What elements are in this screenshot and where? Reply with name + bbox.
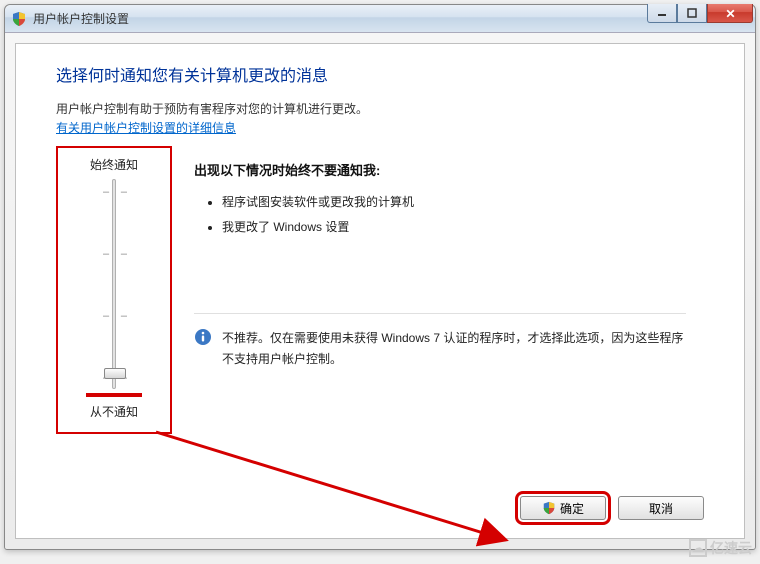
uac-settings-window: 用户帐户控制设置 选择何时通知您有关计算机更改的消息 用户帐户控制有助于预防有害…: [4, 4, 756, 550]
ok-button[interactable]: 确定: [520, 496, 606, 520]
level-description: 出现以下情况时始终不要通知我: 程序试图安装软件或更改我的计算机 我更改了 Wi…: [188, 146, 704, 434]
annotation-arrow: [146, 422, 536, 562]
learn-more-link[interactable]: 有关用户帐户控制设置的详细信息: [56, 121, 236, 135]
slider-container: 始终通知 –– –– –– –– 从不通知: [56, 146, 172, 434]
maximize-button[interactable]: [677, 4, 707, 23]
slider-thumb[interactable]: [104, 368, 126, 379]
bullet-item: 我更改了 Windows 设置: [222, 218, 686, 235]
info-icon: [194, 328, 212, 346]
window-controls: [647, 4, 753, 23]
cancel-label: 取消: [649, 500, 673, 517]
content-panel: 选择何时通知您有关计算机更改的消息 用户帐户控制有助于预防有害程序对您的计算机进…: [15, 43, 745, 539]
page-heading: 选择何时通知您有关计算机更改的消息: [56, 62, 704, 86]
slider-label-bottom: 从不通知: [68, 403, 160, 420]
dialog-buttons: 确定 取消: [520, 496, 704, 520]
window-title: 用户帐户控制设置: [33, 10, 647, 27]
cancel-button[interactable]: 取消: [618, 496, 704, 520]
shield-icon: [542, 501, 556, 515]
minimize-button[interactable]: [647, 4, 677, 23]
notification-slider[interactable]: –– –– –– ––: [68, 179, 160, 389]
close-button[interactable]: [707, 4, 753, 23]
cloud-icon: ☁: [689, 539, 707, 557]
watermark: ☁ 亿速云: [689, 538, 752, 558]
titlebar[interactable]: 用户帐户控制设置: [5, 5, 755, 33]
annotation-highlight: [86, 393, 142, 397]
bullet-item: 程序试图安装软件或更改我的计算机: [222, 193, 686, 210]
recommendation-text: 不推荐。仅在需要使用未获得 Windows 7 认证的程序时，才选择此选项，因为…: [222, 328, 686, 369]
slider-label-top: 始终通知: [68, 156, 160, 173]
description-text: 用户帐户控制有助于预防有害程序对您的计算机进行更改。: [56, 100, 704, 119]
ok-label: 确定: [560, 500, 584, 517]
shield-icon: [11, 11, 27, 27]
level-title: 出现以下情况时始终不要通知我:: [194, 160, 686, 179]
